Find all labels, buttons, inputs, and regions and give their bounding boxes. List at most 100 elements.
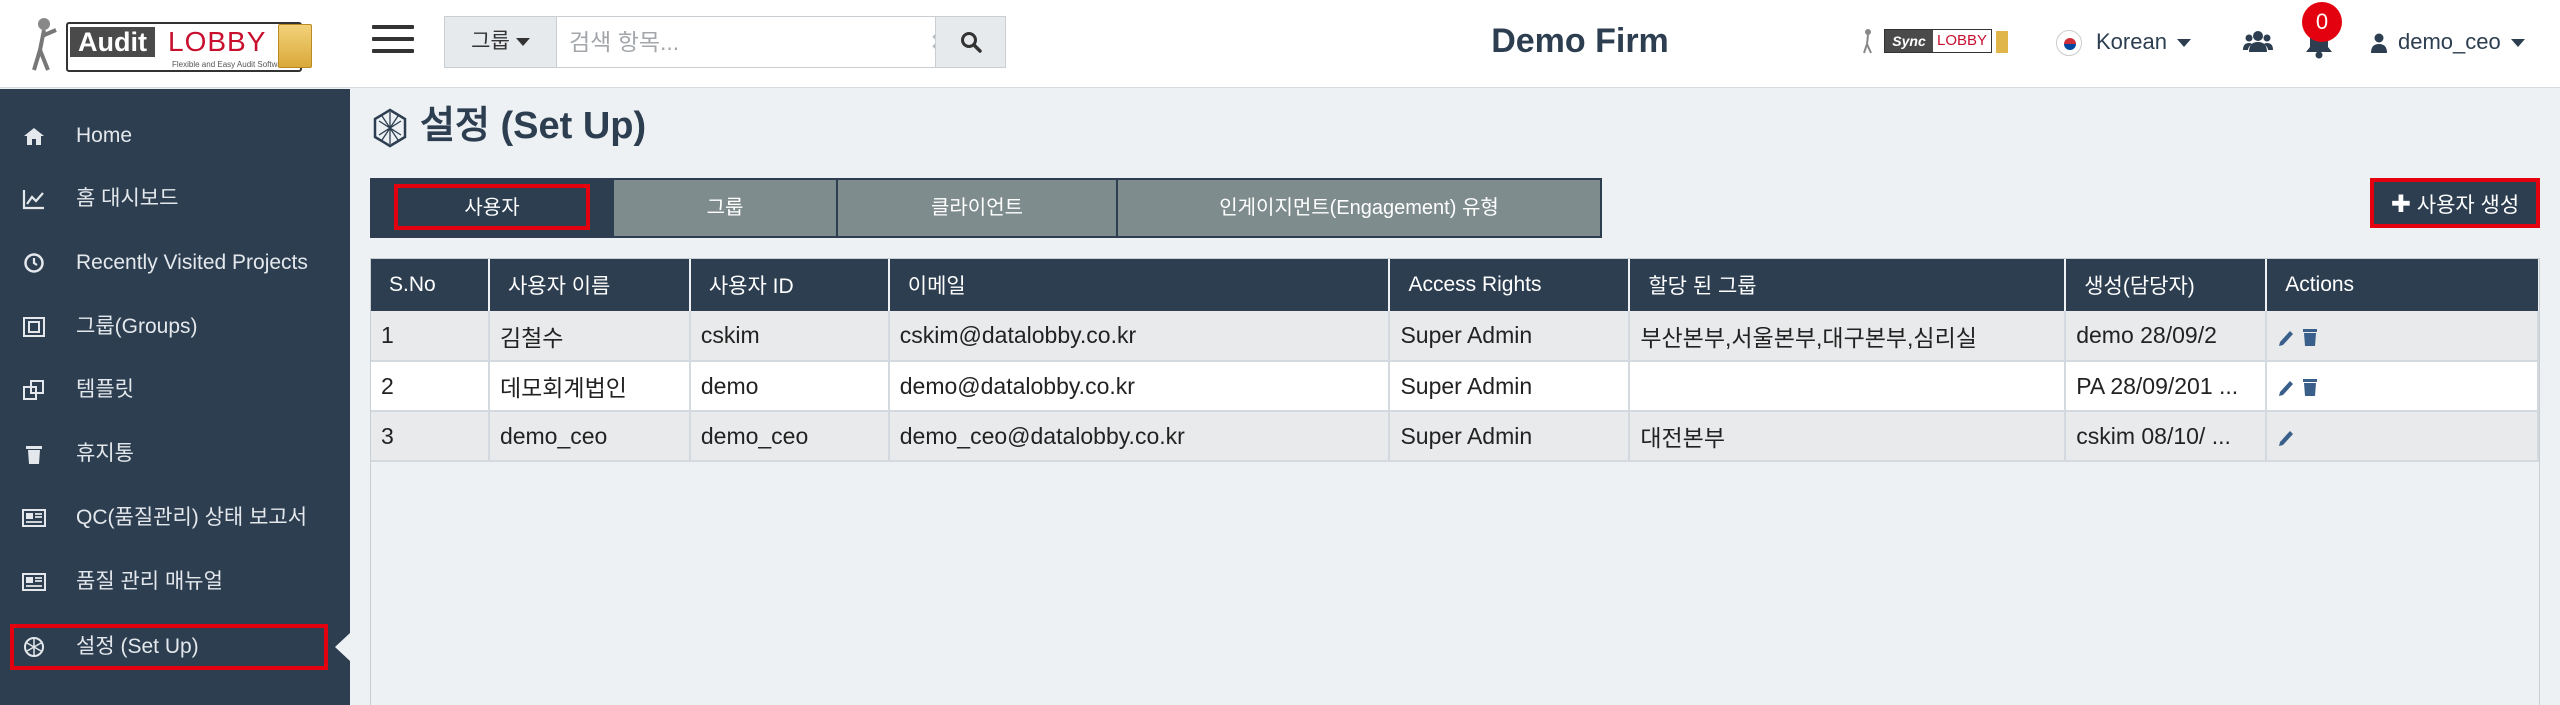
cell-user-id: cskim (689, 311, 890, 362)
cell-name: 김철수 (488, 311, 691, 362)
cell-access-rights: Super Admin (1389, 311, 1631, 362)
col-header-created[interactable]: 생성(담당자) (2065, 259, 2268, 311)
sidebar-item-qc-manual[interactable]: 품질 관리 매뉴얼 (0, 554, 350, 610)
korea-flag-icon (2056, 30, 2082, 57)
table-header-row: S.No 사용자 이름 사용자 ID 이메일 Access Rights 할당 … (371, 259, 2538, 311)
delete-icon[interactable] (2301, 377, 2319, 397)
line-chart-icon (22, 190, 44, 210)
cell-access-rights: Super Admin (1389, 411, 1631, 462)
cell-email: demo_ceo@datalobby.co.kr (888, 411, 1391, 462)
sidebar: Home 홈 대시보드 Recently Visited Projects 그룹… (0, 89, 350, 705)
users-table-container: S.No 사용자 이름 사용자 ID 이메일 Access Rights 할당 … (370, 258, 2540, 705)
logo-folder-icon (278, 24, 312, 68)
chevron-down-icon (2510, 39, 2525, 48)
tab-engagement-types[interactable]: 인게이지먼트(Engagement) 유형 (1118, 180, 1600, 236)
active-tab-highlight (394, 184, 590, 230)
sidebar-item-label: Recently Visited Projects (76, 251, 308, 274)
tab-clients[interactable]: 클라이언트 (838, 180, 1118, 236)
col-header-actions: Actions (2266, 259, 2538, 311)
col-header-name[interactable]: 사용자 이름 (488, 259, 691, 311)
sync-text: Sync (1885, 30, 1933, 52)
cell-actions (2266, 361, 2539, 412)
cell-email: demo@datalobby.co.kr (888, 361, 1391, 412)
trash-icon (26, 446, 42, 464)
cell-sno: 1 (371, 311, 490, 362)
table-row[interactable]: 1 김철수 cskim cskim@datalobby.co.kr Super … (371, 311, 2539, 362)
user-icon (2371, 33, 2387, 54)
col-header-groups[interactable]: 할당 된 그룹 (1629, 259, 2067, 311)
delete-icon[interactable] (2301, 327, 2319, 347)
sidebar-item-label: 품질 관리 매뉴얼 (76, 570, 223, 593)
edit-icon[interactable] (2277, 427, 2295, 447)
user-menu[interactable]: demo_ceo (2370, 24, 2525, 60)
search-icon (961, 32, 982, 53)
hamburger-menu-icon[interactable] (372, 20, 414, 60)
logo-audit-text: Audit (70, 27, 155, 57)
cell-sno: 3 (371, 411, 490, 462)
sync-lobby-text: LOBBY (1937, 32, 1988, 49)
page-title: 설정 (Set Up) (370, 98, 646, 154)
cell-email: cskim@datalobby.co.kr (888, 311, 1391, 362)
cell-sno: 2 (371, 361, 490, 412)
manual-icon (22, 573, 46, 591)
sidebar-item-label: 홈 대시보드 (76, 187, 179, 210)
sidebar-item-qc-report[interactable]: QC(품질관리) 상태 보고서 (0, 490, 350, 546)
clock-icon (24, 253, 44, 273)
logo-tagline: Flexible and Easy Audit Software (172, 60, 289, 69)
cell-name: demo_ceo (488, 411, 691, 462)
sync-figure-icon (1863, 29, 1872, 54)
table-row[interactable]: 3 demo_ceo demo_ceo demo_ceo@datalobby.c… (371, 411, 2539, 462)
sidebar-item-trash[interactable]: 휴지통 (0, 426, 350, 482)
edit-icon[interactable] (2277, 327, 2295, 347)
sidebar-item-dashboard[interactable]: 홈 대시보드 (0, 171, 350, 227)
logo-lobby-text: LOBBY (168, 26, 267, 57)
search-input[interactable] (569, 25, 929, 59)
audit-lobby-logo[interactable]: Audit LOBBY Flexible and Easy Audit Soft… (30, 14, 320, 76)
col-header-email[interactable]: 이메일 (888, 259, 1391, 311)
sidebar-item-home[interactable]: Home (0, 108, 350, 164)
tab-label: 클라이언트 (931, 197, 1023, 219)
edit-icon[interactable] (2277, 377, 2295, 397)
users-table: S.No 사용자 이름 사용자 ID 이메일 Access Rights 할당 … (371, 259, 2539, 462)
sync-lobby-logo[interactable]: Sync LOBBY (1862, 26, 2018, 58)
sidebar-item-label: 템플릿 (76, 378, 134, 401)
cell-actions (2266, 411, 2539, 462)
users-icon[interactable] (2242, 26, 2274, 58)
active-item-highlight (10, 624, 328, 670)
search-group-dropdown[interactable]: 그룹 (445, 17, 557, 67)
chevron-down-icon (515, 38, 530, 47)
sidebar-item-groups[interactable]: 그룹(Groups) (0, 299, 350, 355)
search-bar: 그룹 ✖ (444, 16, 1006, 68)
firm-name: Demo Firm (1491, 22, 1669, 60)
groups-icon (23, 317, 45, 337)
cell-created: PA 28/09/201 ... (2065, 361, 2268, 412)
cell-user-id: demo (689, 361, 890, 412)
tab-groups[interactable]: 그룹 (614, 180, 838, 236)
language-label: Korean (2096, 29, 2167, 54)
sidebar-item-templates[interactable]: 템플릿 (0, 362, 350, 418)
page-title-text: 설정 (Set Up) (420, 105, 647, 147)
col-header-user-id[interactable]: 사용자 ID (689, 259, 890, 311)
cell-created: demo 28/09/2 (2065, 311, 2268, 362)
sidebar-item-label: 휴지통 (76, 442, 134, 465)
table-row[interactable]: 2 데모회계법인 demo demo@datalobby.co.kr Super… (371, 361, 2539, 412)
language-selector[interactable]: Korean (2056, 24, 2191, 60)
sidebar-item-label: QC(품질관리) 상태 보고서 (76, 506, 308, 529)
setup-icon (373, 108, 407, 148)
plus-icon: ✚ (2390, 191, 2411, 218)
cell-groups: 대전본부 (1629, 411, 2067, 462)
cell-actions (2266, 311, 2539, 362)
col-header-sno[interactable]: S.No (371, 259, 490, 311)
sidebar-item-label: 그룹(Groups) (76, 315, 198, 338)
cell-created: cskim 08/10/ ... (2065, 411, 2268, 462)
sidebar-item-recent-projects[interactable]: Recently Visited Projects (0, 235, 350, 291)
logo-figure-icon (32, 18, 57, 71)
report-icon (22, 509, 46, 527)
search-button[interactable] (935, 17, 1005, 67)
cell-name: 데모회계법인 (488, 361, 691, 412)
username-label: demo_ceo (2398, 29, 2501, 54)
sidebar-item-label: Home (76, 124, 133, 147)
col-header-access-rights[interactable]: Access Rights (1389, 259, 1631, 311)
create-user-button[interactable]: ✚ 사용자 생성 (2370, 178, 2540, 228)
cell-user-id: demo_ceo (689, 411, 890, 462)
